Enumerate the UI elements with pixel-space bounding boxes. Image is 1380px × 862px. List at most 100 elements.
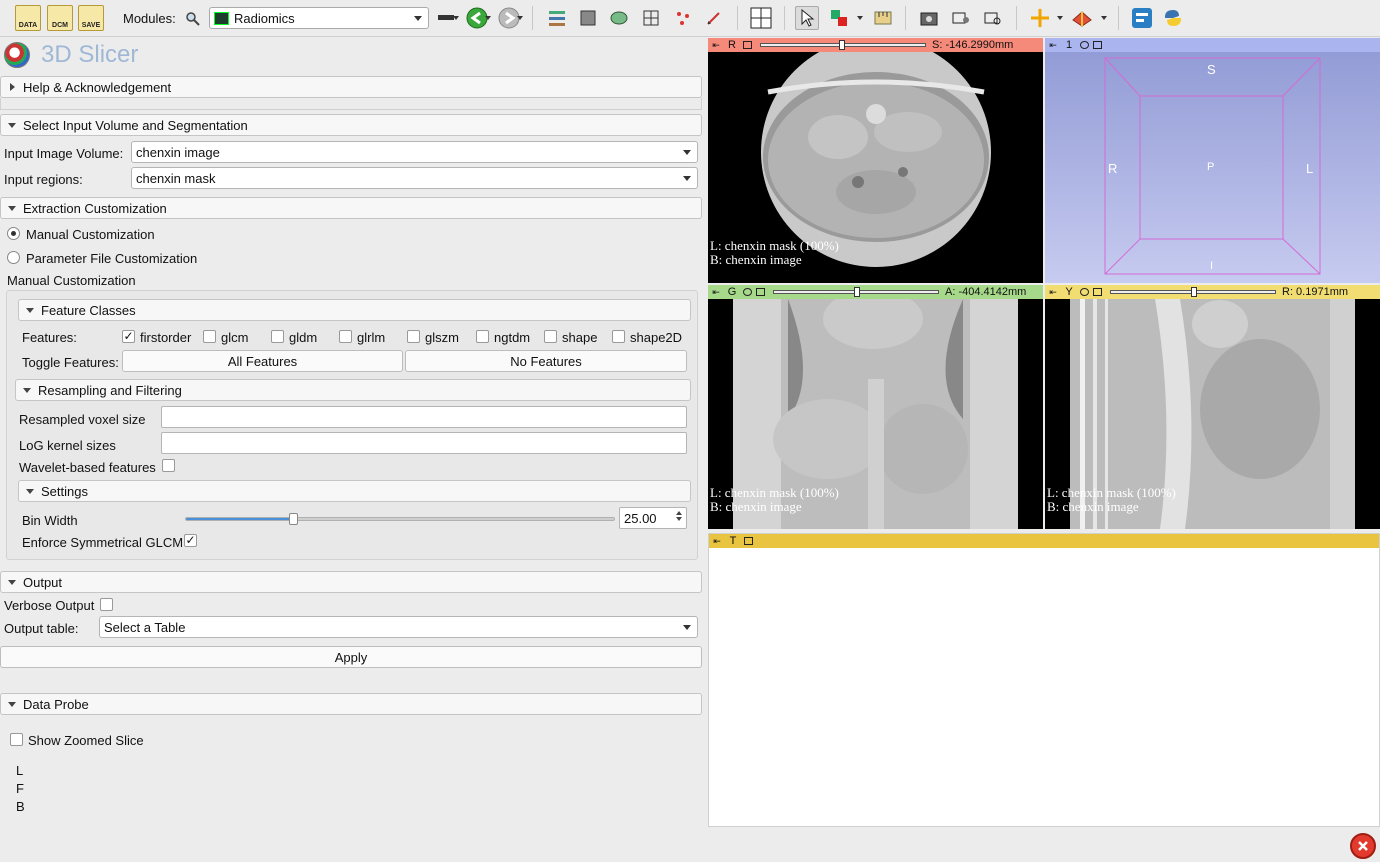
input-regions-select[interactable]: chenxin mask xyxy=(131,167,698,189)
feature-checkbox-gldm[interactable] xyxy=(271,330,284,343)
dicom-button[interactable]: DCM xyxy=(47,5,73,31)
input-section-header[interactable]: Select Input Volume and Segmentation xyxy=(0,114,702,136)
pointer-tool-icon[interactable] xyxy=(795,6,819,30)
data-probe-header[interactable]: Data Probe xyxy=(0,693,702,715)
help-section-label: Help & Acknowledgement xyxy=(23,79,172,95)
maximize-view-icon[interactable] xyxy=(756,288,765,296)
center-view-icon[interactable] xyxy=(1080,41,1089,49)
pin-icon[interactable]: ⇤ xyxy=(1048,40,1058,50)
extension-manager-icon[interactable] xyxy=(1130,6,1154,30)
python-console-icon[interactable] xyxy=(1161,6,1185,30)
help-section-header[interactable]: Help & Acknowledgement xyxy=(0,76,702,98)
crosshair-ruler-icon[interactable] xyxy=(871,6,895,30)
load-data-button[interactable]: DATA xyxy=(15,5,41,31)
yellow-slice-offset-handle[interactable] xyxy=(1191,287,1197,297)
feature-checkbox-glcm[interactable] xyxy=(203,330,216,343)
feature-checkbox-firstorder[interactable]: ✓ xyxy=(122,330,135,343)
pin-icon[interactable]: ⇤ xyxy=(1048,287,1058,297)
manual-customization-radio[interactable] xyxy=(7,227,20,240)
feature-checkbox-shape[interactable] xyxy=(544,330,557,343)
bin-width-spinbox[interactable]: 25.00 xyxy=(619,507,687,529)
chevron-down-icon[interactable] xyxy=(1057,16,1063,20)
red-slice-view[interactable]: ⇤ R S: -146.2990mm L: chenxin mask (100%… xyxy=(708,38,1043,283)
maximize-view-icon[interactable] xyxy=(744,537,753,545)
maximize-view-icon[interactable] xyxy=(1093,41,1102,49)
save-button[interactable]: SAVE xyxy=(78,5,104,31)
pin-icon[interactable]: ⇤ xyxy=(711,40,721,50)
chevron-down-icon[interactable] xyxy=(1101,16,1107,20)
chevron-down-icon[interactable] xyxy=(453,16,459,20)
no-features-button[interactable]: No Features xyxy=(405,350,687,372)
crosshair-icon[interactable] xyxy=(1028,6,1052,30)
green-slice-offset-handle[interactable] xyxy=(854,287,860,297)
toolbar-divider xyxy=(784,6,785,30)
scene-view-icon[interactable] xyxy=(949,6,973,30)
models-module-icon[interactable] xyxy=(607,6,631,30)
table-view[interactable]: ⇤ T xyxy=(708,533,1380,827)
slice-intersections-icon[interactable] xyxy=(1070,6,1094,30)
verbose-output-checkbox[interactable] xyxy=(100,598,113,611)
pin-icon[interactable]: ⇤ xyxy=(712,536,722,546)
module-search-icon[interactable] xyxy=(181,7,205,31)
pin-icon[interactable]: ⇤ xyxy=(711,287,721,297)
verbose-output-label: Verbose Output xyxy=(4,598,95,613)
window-level-icon[interactable] xyxy=(827,6,851,30)
chevron-down-icon xyxy=(8,123,16,128)
link-view-icon[interactable] xyxy=(743,288,752,296)
extraction-section-label: Extraction Customization xyxy=(23,200,167,216)
screenshot-icon[interactable] xyxy=(917,6,941,30)
feature-checkbox-shape2d[interactable] xyxy=(612,330,625,343)
parameter-file-radio[interactable] xyxy=(7,251,20,264)
error-log-icon[interactable] xyxy=(1350,833,1376,859)
feature-checkbox-ngtdm[interactable] xyxy=(476,330,489,343)
layout-icon[interactable] xyxy=(749,6,773,30)
input-image-volume-select[interactable]: chenxin image xyxy=(131,141,698,163)
feature-checkbox-glrlm[interactable] xyxy=(339,330,352,343)
symmetrical-glcm-checkbox[interactable]: ✓ xyxy=(184,534,197,547)
red-slice-offset-slider[interactable] xyxy=(760,40,926,50)
green-label-layer: L: chenxin mask (100%) xyxy=(710,485,839,500)
help-collapsed-frame xyxy=(0,98,702,110)
output-section-header[interactable]: Output xyxy=(0,571,702,593)
extraction-section-header[interactable]: Extraction Customization xyxy=(0,197,702,219)
feature-label-firstorder: firstorder xyxy=(140,330,192,345)
chevron-down-icon[interactable] xyxy=(857,16,863,20)
red-view-letter: R xyxy=(728,39,736,51)
bin-width-slider[interactable] xyxy=(185,513,615,525)
chevron-down-icon xyxy=(683,150,691,155)
yellow-slice-offset-slider[interactable] xyxy=(1110,287,1276,297)
green-slice-offset-slider[interactable] xyxy=(773,287,939,297)
spin-arrows-icon[interactable] xyxy=(673,509,685,527)
chevron-down-icon[interactable] xyxy=(517,16,523,20)
threed-label-right: R xyxy=(1108,161,1118,176)
show-zoomed-slice-checkbox[interactable] xyxy=(10,733,23,746)
link-view-icon[interactable] xyxy=(1080,288,1089,296)
apply-button[interactable]: Apply xyxy=(0,646,702,668)
log-kernel-input[interactable] xyxy=(161,432,687,454)
green-slice-view[interactable]: ⇤ G A: -404.4142mm L: chenxin mask (100%… xyxy=(708,285,1043,529)
red-slice-offset-handle[interactable] xyxy=(839,40,845,50)
resampling-label: Resampling and Filtering xyxy=(38,382,182,398)
transforms-module-icon[interactable] xyxy=(639,6,663,30)
all-features-button[interactable]: All Features xyxy=(122,350,403,372)
feature-classes-header[interactable]: Feature Classes xyxy=(18,299,691,321)
chevron-down-icon[interactable] xyxy=(485,16,491,20)
voxel-size-input[interactable] xyxy=(161,406,687,428)
threed-view[interactable]: ⇤ 1 S R P L I xyxy=(1045,38,1380,283)
segment-editor-icon[interactable] xyxy=(702,6,726,30)
module-selector[interactable]: Radiomics xyxy=(209,7,429,29)
scene-search-icon[interactable] xyxy=(981,6,1005,30)
maximize-view-icon[interactable] xyxy=(743,41,752,49)
resampling-header[interactable]: Resampling and Filtering xyxy=(15,379,691,401)
maximize-view-icon[interactable] xyxy=(1093,288,1102,296)
feature-checkbox-glszm[interactable] xyxy=(407,330,420,343)
output-table-select[interactable]: Select a Table xyxy=(99,616,698,638)
volumes-module-icon[interactable] xyxy=(576,6,600,30)
table-view-letter: T xyxy=(729,535,737,547)
data-module-icon[interactable] xyxy=(545,6,569,30)
wavelet-checkbox[interactable] xyxy=(162,459,175,472)
bin-width-slider-handle[interactable] xyxy=(289,513,298,525)
yellow-slice-view[interactable]: ⇤ Y R: 0.1971mm L: chenxin mask (100%) B… xyxy=(1045,285,1380,529)
settings-header[interactable]: Settings xyxy=(18,480,691,502)
markups-module-icon[interactable] xyxy=(671,6,695,30)
